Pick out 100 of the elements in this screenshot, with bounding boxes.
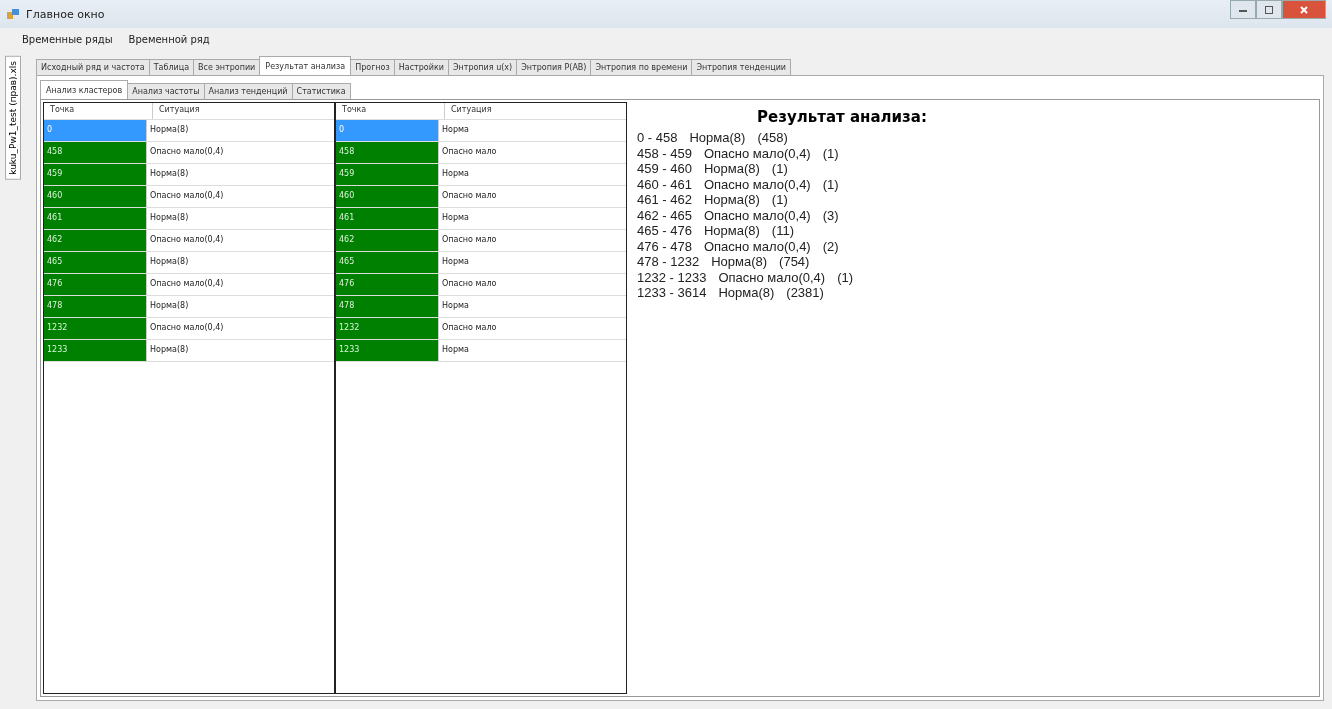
table-cell-text: Опасно мало(0,4) <box>149 190 225 202</box>
range-text: 465 - 476 <box>637 223 692 239</box>
range-text: 478 - 1232 <box>637 254 700 270</box>
range-text: 460 - 461 <box>637 176 692 192</box>
count-text: (2381) <box>786 285 824 301</box>
table-cell-text: Опасно мало <box>441 278 498 290</box>
table-cell[interactable]: 0 <box>336 120 439 141</box>
table-cell-text: Норма <box>441 344 470 356</box>
count-text: (1) <box>771 192 788 208</box>
table-cell[interactable]: 465 <box>44 252 147 273</box>
table-cell[interactable]: 459 <box>336 164 439 185</box>
table-cell-text: Норма <box>441 212 470 224</box>
situation-text: Опасно мало(0,4) <box>703 176 811 192</box>
column-header[interactable]: Точка <box>44 103 153 119</box>
table-cell-text: Опасно мало <box>441 146 498 158</box>
range-text: 461 - 462 <box>637 192 692 208</box>
menu-item[interactable]: Временные ряды <box>22 33 113 45</box>
situation-text: Норма(8) <box>711 254 768 270</box>
range-text: 1232 - 1233 <box>637 269 707 285</box>
table-cell[interactable]: 460 <box>44 186 147 207</box>
table-cell-text: Норма(8) <box>149 168 190 180</box>
range-text: 0 - 458 <box>637 130 678 146</box>
table-cell-text: Опасно мало <box>441 234 498 246</box>
table-cell[interactable]: 1233 <box>336 340 439 361</box>
table-cell[interactable]: 476 <box>44 274 147 295</box>
table-cell[interactable]: 458 <box>44 142 147 163</box>
count-text: (1) <box>822 176 839 192</box>
maximize-icon <box>1264 4 1274 15</box>
app-icon <box>6 7 20 21</box>
table-cell-text: Норма(8) <box>149 300 190 312</box>
side-tab[interactable]: kuku_Pw1_test (прав).xls <box>5 56 21 180</box>
situation-text: Норма(8) <box>689 130 746 146</box>
table-cell[interactable]: 1232 <box>44 318 147 339</box>
situation-text: Норма(8) <box>703 161 760 177</box>
range-text: 476 - 478 <box>637 238 692 254</box>
table-cell[interactable]: 465 <box>336 252 439 273</box>
table-cell[interactable]: 1232 <box>336 318 439 339</box>
count-text: (1) <box>837 269 854 285</box>
table-cell-text: Норма(8) <box>149 256 190 268</box>
column-header[interactable]: Ситуация <box>445 103 626 119</box>
tab[interactable]: Все энтропии <box>193 59 261 75</box>
column-header[interactable]: Точка <box>336 103 445 119</box>
tab[interactable]: Анализ кластеров <box>40 80 129 99</box>
table-cell-text: Норма(8) <box>149 212 190 224</box>
tab[interactable]: Статистика <box>291 83 351 99</box>
tab[interactable]: Энтропия u(x) <box>447 59 518 75</box>
close-button[interactable] <box>1282 0 1326 19</box>
count-text: (754) <box>779 254 810 270</box>
count-text: (2) <box>822 238 839 254</box>
table-cell-text: Норма <box>441 300 470 312</box>
range-text: 458 - 459 <box>637 145 692 161</box>
menu-item[interactable]: Временной ряд <box>128 33 210 45</box>
tab[interactable]: Анализ тенденций <box>203 83 293 99</box>
window-title: Главное окно <box>26 7 105 21</box>
range-text: 462 - 465 <box>637 207 692 223</box>
situation-text: Опасно мало(0,4) <box>703 145 811 161</box>
tab[interactable]: Энтропия тенденции <box>691 59 792 75</box>
table-cell-text: Норма <box>441 256 470 268</box>
table-cell[interactable]: 459 <box>44 164 147 185</box>
tab[interactable]: Прогноз <box>350 59 395 75</box>
tab[interactable]: Таблица <box>148 59 195 75</box>
count-text: (1) <box>771 161 788 177</box>
minimize-button[interactable] <box>1230 0 1256 19</box>
table-cell[interactable]: 460 <box>336 186 439 207</box>
table-cell-text: Опасно мало <box>441 190 498 202</box>
count-text: (11) <box>771 223 794 239</box>
situation-text: Опасно мало(0,4) <box>703 238 811 254</box>
tab[interactable]: Результат анализа <box>259 56 352 75</box>
situation-text: Норма(8) <box>718 285 775 301</box>
table-cell[interactable]: 476 <box>336 274 439 295</box>
count-text: (3) <box>822 207 839 223</box>
situation-text: Опасно мало(0,4) <box>718 269 826 285</box>
table-cell-text: Опасно мало <box>441 322 498 334</box>
table-cell-text: Норма <box>441 124 470 136</box>
count-text: (1) <box>822 145 839 161</box>
table-cell-text: Норма(8) <box>149 124 190 136</box>
table-cell[interactable]: 478 <box>44 296 147 317</box>
table-cell[interactable]: 0 <box>44 120 147 141</box>
tab[interactable]: Энтропия P(AB) <box>516 59 592 75</box>
table-cell-text: Норма(8) <box>149 344 190 356</box>
table-cell-text: Опасно мало(0,4) <box>149 234 225 246</box>
table-cell-text: Опасно мало(0,4) <box>149 146 225 158</box>
tab[interactable]: Исходный ряд и частота <box>36 59 150 75</box>
table-cell[interactable]: 478 <box>336 296 439 317</box>
table-cell[interactable]: 458 <box>336 142 439 163</box>
tab[interactable]: Анализ частоты <box>127 83 205 99</box>
count-text: (458) <box>757 130 788 146</box>
column-header[interactable]: Ситуация <box>153 103 334 119</box>
table-cell-text: Опасно мало(0,4) <box>149 322 225 334</box>
maximize-button[interactable] <box>1256 0 1282 19</box>
close-icon <box>1299 4 1309 15</box>
table-cell[interactable]: 461 <box>44 208 147 229</box>
table-cell[interactable]: 1233 <box>44 340 147 361</box>
table-cell[interactable]: 462 <box>336 230 439 251</box>
tab[interactable]: Настройки <box>393 59 449 75</box>
tab[interactable]: Энтропия по времени <box>590 59 693 75</box>
range-text: 459 - 460 <box>637 161 692 177</box>
table-cell[interactable]: 462 <box>44 230 147 251</box>
table-cell-text: Опасно мало(0,4) <box>149 278 225 290</box>
table-cell[interactable]: 461 <box>336 208 439 229</box>
